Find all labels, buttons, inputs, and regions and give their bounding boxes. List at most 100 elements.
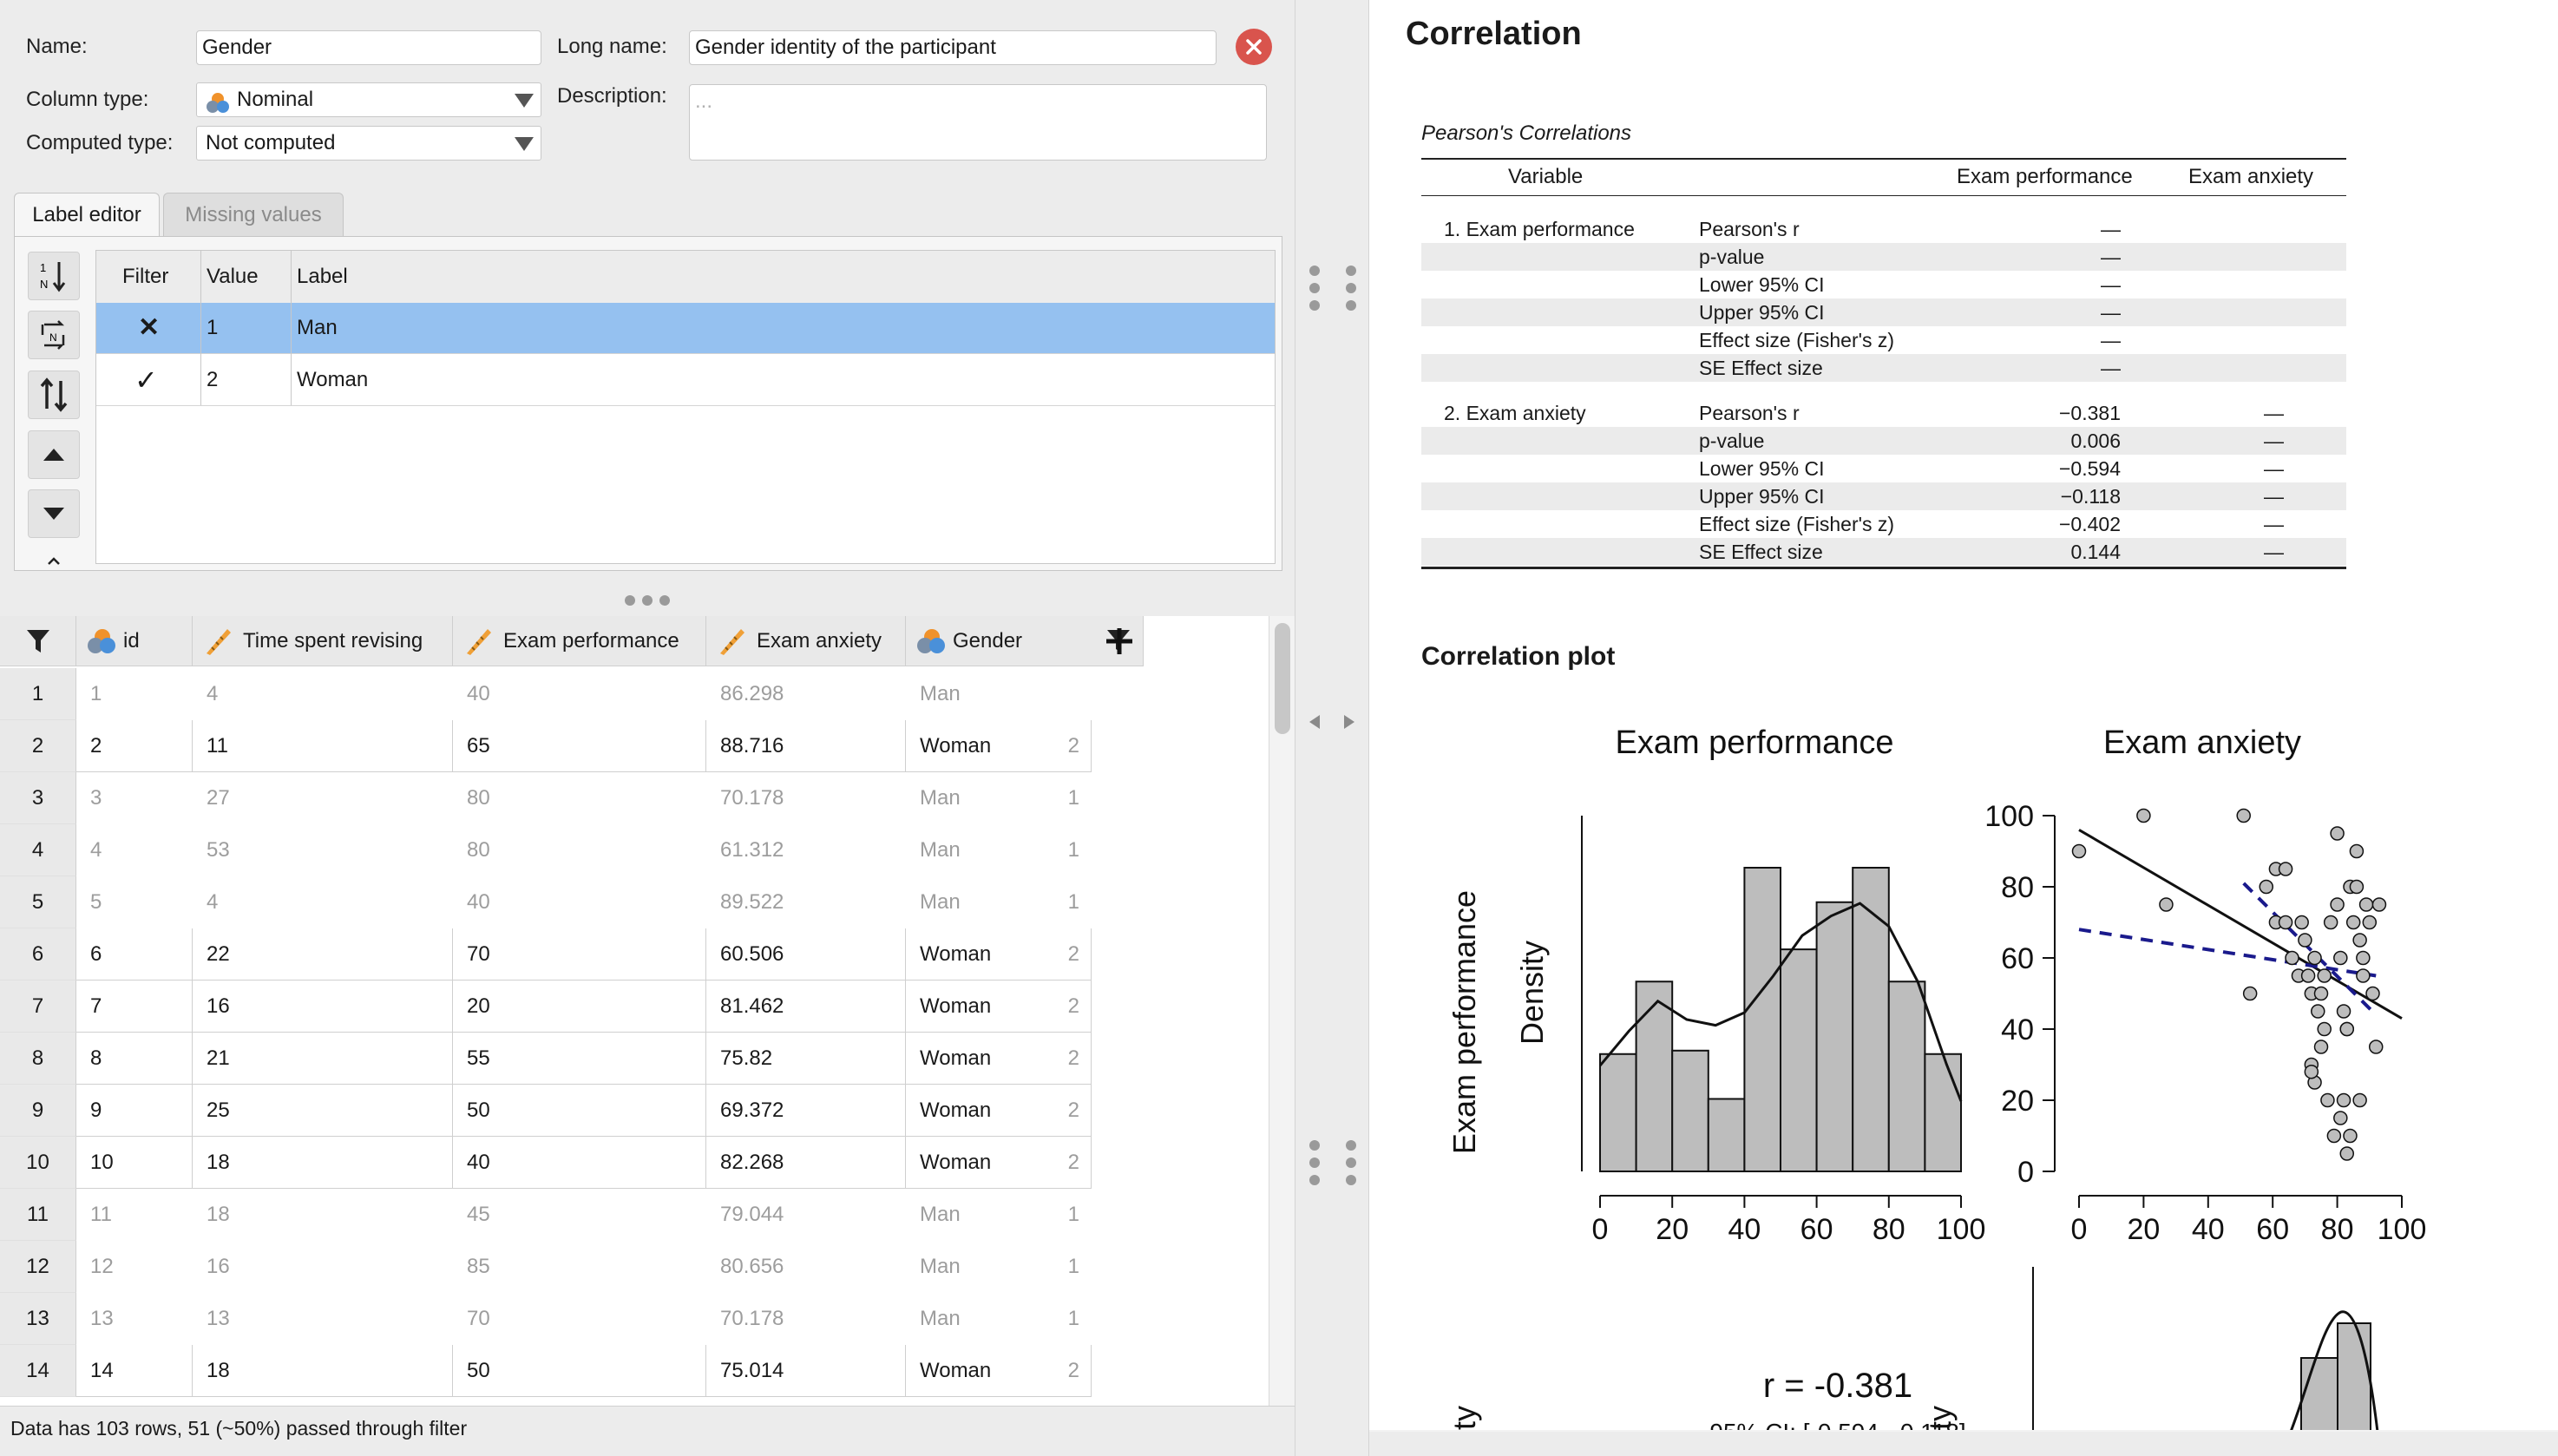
column-header-exam-anxiety[interactable]: Exam anxiety <box>706 616 906 666</box>
cell-anx[interactable]: 70.178 <box>706 1293 906 1345</box>
cell-rev[interactable]: 22 <box>193 928 453 981</box>
cell-perf[interactable]: 65 <box>453 720 706 772</box>
cell-rev[interactable]: 11 <box>193 720 453 772</box>
cell-anx[interactable]: 80.656 <box>706 1241 906 1293</box>
long-name-input[interactable]: Gender identity of the participant <box>689 30 1217 65</box>
cell-anx[interactable]: 70.178 <box>706 772 906 824</box>
cell-perf[interactable]: 40 <box>453 668 706 720</box>
statistic-name: Lower 95% CI <box>1699 273 1825 296</box>
horizontal-splitter[interactable] <box>0 588 1295 614</box>
scroll-up-button[interactable] <box>28 548 80 567</box>
row-label[interactable]: Man <box>297 302 338 354</box>
reverse-order-button[interactable]: N <box>28 311 80 359</box>
cell-perf[interactable]: 50 <box>453 1085 706 1137</box>
cell-id[interactable]: 7 <box>76 981 193 1033</box>
cell-anx[interactable]: 79.044 <box>706 1189 906 1241</box>
scatter-point <box>2336 1092 2351 1108</box>
filter-column-header[interactable] <box>0 616 76 666</box>
tab-missing-values[interactable]: Missing values <box>163 193 344 238</box>
column-type-select[interactable]: Nominal <box>196 82 541 117</box>
cell-anx[interactable]: 81.462 <box>706 981 906 1033</box>
cell-anx[interactable]: 69.372 <box>706 1085 906 1137</box>
cell-rev[interactable]: 4 <box>193 668 453 720</box>
scatter-point <box>2339 1021 2355 1037</box>
cell-perf[interactable]: 70 <box>453 928 706 981</box>
cell-rev[interactable]: 16 <box>193 1241 453 1293</box>
cell-id[interactable]: 1 <box>76 668 193 720</box>
scrollbar-thumb[interactable] <box>1275 623 1290 734</box>
cell-perf[interactable]: 45 <box>453 1189 706 1241</box>
cell-perf[interactable]: 80 <box>453 772 706 824</box>
cell-anx[interactable]: 75.014 <box>706 1345 906 1397</box>
move-down-button[interactable] <box>28 489 80 538</box>
table-row[interactable] <box>96 303 1275 353</box>
tab-label-editor[interactable]: Label editor <box>14 193 160 238</box>
vertical-scrollbar[interactable] <box>1269 616 1295 1406</box>
cell-anx[interactable]: 60.506 <box>706 928 906 981</box>
cell-id[interactable]: 6 <box>76 928 193 981</box>
cell-id[interactable]: 9 <box>76 1085 193 1137</box>
cell-perf[interactable]: 70 <box>453 1293 706 1345</box>
cell-rev[interactable]: 18 <box>193 1345 453 1397</box>
row-number: 6 <box>0 928 76 981</box>
cell-anx[interactable]: 82.268 <box>706 1137 906 1189</box>
cell-anx[interactable]: 89.522 <box>706 876 906 928</box>
cell-id[interactable]: 5 <box>76 876 193 928</box>
cell-perf[interactable]: 55 <box>453 1033 706 1085</box>
cell-anx[interactable]: 86.298 <box>706 668 906 720</box>
cell-id[interactable]: 4 <box>76 824 193 876</box>
histogram-bar <box>1707 1098 1746 1172</box>
plot-title[interactable]: Correlation plot <box>1421 642 1615 672</box>
cell-perf[interactable]: 85 <box>453 1241 706 1293</box>
cell-perf[interactable]: 50 <box>453 1345 706 1397</box>
cell-rev[interactable]: 18 <box>193 1189 453 1241</box>
analysis-title[interactable]: Correlation <box>1406 16 1582 53</box>
filter-toggle[interactable]: ✕ <box>138 302 160 354</box>
cell-perf[interactable]: 20 <box>453 981 706 1033</box>
column-header-id[interactable]: id <box>76 616 193 666</box>
cell-perf[interactable]: 40 <box>453 1137 706 1189</box>
scatter-point <box>2356 968 2371 983</box>
statistic-name: Upper 95% CI <box>1699 301 1825 324</box>
cell-anx[interactable]: 88.716 <box>706 720 906 772</box>
cell-id[interactable]: 8 <box>76 1033 193 1085</box>
cell-id[interactable]: 12 <box>76 1241 193 1293</box>
cell-anx[interactable]: 75.82 <box>706 1033 906 1085</box>
x-tick-label: 0 <box>1592 1213 1609 1246</box>
scatter-point <box>2317 1021 2332 1037</box>
cell-perf[interactable]: 40 <box>453 876 706 928</box>
cell-rev[interactable]: 25 <box>193 1085 453 1137</box>
cell-rev[interactable]: 4 <box>193 876 453 928</box>
close-icon[interactable] <box>1236 29 1272 65</box>
arrow-left-icon[interactable] <box>1306 713 1323 731</box>
pane-splitter[interactable] <box>1295 0 1369 1456</box>
cell-rev[interactable]: 18 <box>193 1137 453 1189</box>
move-up-button[interactable] <box>28 430 80 479</box>
horizontal-scrollbar[interactable] <box>1369 1430 2558 1432</box>
row-label[interactable]: Woman <box>297 354 368 406</box>
cell-id[interactable]: 11 <box>76 1189 193 1241</box>
cell-perf[interactable]: 80 <box>453 824 706 876</box>
filter-toggle[interactable]: ✓ <box>134 354 158 406</box>
cell-id[interactable]: 3 <box>76 772 193 824</box>
name-input[interactable]: Gender <box>196 30 541 65</box>
arrow-right-icon[interactable] <box>1341 713 1358 731</box>
cell-rev[interactable]: 53 <box>193 824 453 876</box>
cell-rev[interactable]: 27 <box>193 772 453 824</box>
cell-rev[interactable]: 13 <box>193 1293 453 1345</box>
cell-anx[interactable]: 61.312 <box>706 824 906 876</box>
cell-id[interactable]: 13 <box>76 1293 193 1345</box>
swap-order-button[interactable] <box>28 371 80 419</box>
computed-type-select[interactable]: Not computed <box>196 126 541 161</box>
cell-rev[interactable]: 16 <box>193 981 453 1033</box>
cell-id[interactable]: 14 <box>76 1345 193 1397</box>
description-input[interactable]: ... <box>689 84 1267 161</box>
cell-id[interactable]: 2 <box>76 720 193 772</box>
cell-rev[interactable]: 21 <box>193 1033 453 1085</box>
add-column-button[interactable] <box>1095 616 1144 666</box>
correlation-row: Lower 95% CI −0.594 — <box>1421 455 2346 482</box>
column-header-exam-performance[interactable]: Exam performance <box>453 616 706 666</box>
sort-by-value-button[interactable]: 1N <box>28 252 80 300</box>
column-header-time-spent-revising[interactable]: Time spent revising <box>193 616 453 666</box>
cell-id[interactable]: 10 <box>76 1137 193 1189</box>
